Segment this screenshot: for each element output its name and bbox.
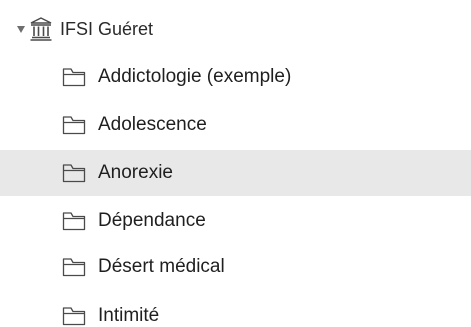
collection-row-dependance[interactable]: Dépendance (0, 198, 471, 244)
collection-label: Addictologie (exemple) (98, 66, 292, 87)
folder-icon (62, 258, 86, 277)
collection-label: Anorexie (98, 162, 173, 183)
collection-row-desert-medical[interactable]: Désert médical (0, 244, 471, 290)
collection-row-anorexie[interactable]: Anorexie (0, 150, 471, 196)
collection-label: Dépendance (98, 210, 206, 231)
collection-row-addictologie[interactable]: Addictologie (exemple) (0, 54, 471, 100)
library-building-icon (30, 17, 52, 41)
collection-tree: IFSI Guéret Addictologie (exemple) Adole… (0, 0, 471, 327)
library-name: IFSI Guéret (60, 19, 154, 39)
collection-row-adolescence[interactable]: Adolescence (0, 102, 471, 148)
folder-icon (62, 212, 86, 231)
collection-label: Intimité (98, 305, 160, 326)
collection-label: Adolescence (98, 114, 207, 135)
folder-icon (62, 116, 86, 135)
collection-label: Désert médical (98, 256, 225, 277)
folder-icon (62, 164, 86, 183)
folder-icon (62, 307, 86, 326)
library-row[interactable]: IFSI Guéret (0, 0, 471, 56)
folder-icon (62, 68, 86, 87)
triangle-down-icon[interactable] (17, 26, 25, 33)
collection-row-intimite[interactable]: Intimité (0, 293, 471, 327)
